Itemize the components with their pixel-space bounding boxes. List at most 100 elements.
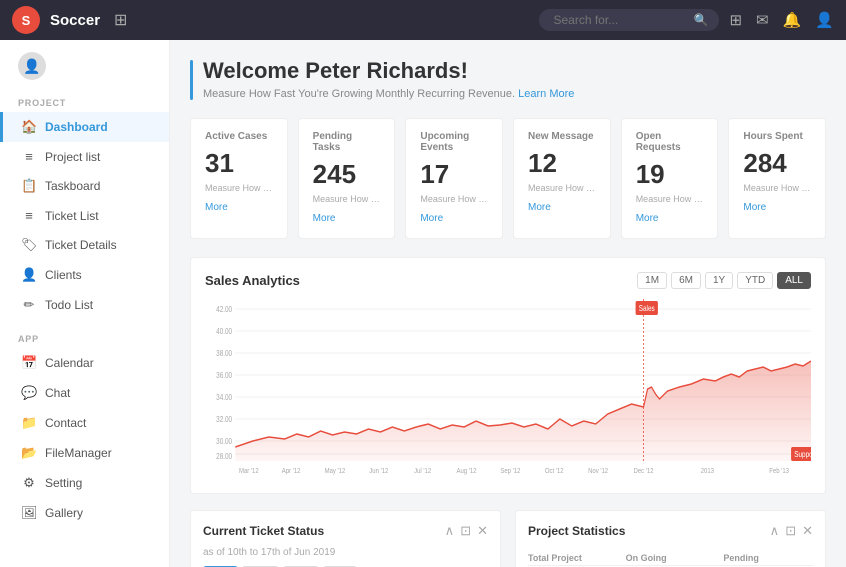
close-icon[interactable]: ✕ [802,523,813,539]
chat-icon: 💬 [21,385,37,401]
ticket-status-sub: as of 10th to 17th of Jun 2019 [203,547,488,558]
dashboard-icon: 🏠 [21,119,37,135]
sidebar-item-label: FileManager [45,446,112,460]
chart-filter-all[interactable]: ALL [777,272,811,289]
bell-icon[interactable]: 🔔 [783,11,802,29]
svg-text:Sales: Sales [639,303,655,313]
stat-title-2: Upcoming Events [420,131,488,153]
app-logo[interactable]: S [12,6,40,34]
main-content: Welcome Peter Richards! Measure How Fast… [170,40,846,567]
sidebar-toggle-icon[interactable]: ⊞ [114,10,127,30]
stat-link-4[interactable]: More [636,213,659,224]
chart-filter-ytd[interactable]: YTD [737,272,773,289]
stat-number-4: 19 [636,159,704,190]
collapse-icon[interactable]: ∧ [445,523,455,539]
stat-number-1: 245 [313,159,381,190]
stat-card-2: Upcoming Events 17 Measure How Fast... M… [405,118,503,239]
project-stats-header: Project Statistics ∧ ⊡ ✕ [528,523,813,539]
chart-filter-1m[interactable]: 1M [637,272,667,289]
sidebar-item-chat[interactable]: 💬 Chat [0,378,169,408]
topnav: S Soccer ⊞ 🔍 ⊞ ✉ 🔔 👤 [0,0,846,40]
chart-filters: 1M6M1YYTDALL [637,272,811,289]
sidebar-item-label: Todo List [45,298,93,312]
sidebar-item-project-list[interactable]: ≡ Project list [0,142,169,171]
stat-card-3: New Message 12 Measure How Fast... More [513,118,611,239]
stat-link-2[interactable]: More [420,213,443,224]
stat-sub-2: Measure How Fast... [420,194,488,204]
stat-link-1[interactable]: More [313,213,336,224]
sidebar-item-taskboard[interactable]: 📋 Taskboard [0,171,169,201]
stat-link-0[interactable]: More [205,202,228,213]
svg-text:28.00: 28.00 [216,451,232,461]
chart-filter-1y[interactable]: 1Y [705,272,733,289]
chart-filter-6m[interactable]: 6M [671,272,701,289]
stat-card-4: Open Requests 19 Measure How Fast... Mor… [621,118,719,239]
project-section-label: PROJECT [0,84,169,112]
collapse-icon[interactable]: ∧ [770,523,780,539]
sidebar-item-ticket-details[interactable]: 🏷 Ticket Details [0,230,169,260]
search-input[interactable] [553,13,693,27]
chart-header: Sales Analytics 1M6M1YYTDALL [205,272,811,289]
active-bar [190,60,193,100]
ticket-details-icon: 🏷 [21,237,37,253]
gallery-icon: 🖼 [21,505,37,521]
sidebar-item-label: Ticket Details [45,238,117,252]
stat-number-3: 12 [528,148,596,179]
stat-title-4: Open Requests [636,131,704,153]
stat-title-0: Active Cases [205,131,273,142]
chart-area: 42.00 40.00 38.00 36.00 34.00 32.00 30.0… [205,299,811,479]
sidebar-item-dashboard[interactable]: 🏠 Dashboard [0,112,169,142]
sidebar-item-label: Ticket List [45,209,99,223]
stat-card-5: Hours Spent 284 Measure How Fast... More [728,118,826,239]
svg-text:Jul '12: Jul '12 [414,467,431,475]
sidebar-item-filemanager[interactable]: 📂 FileManager [0,438,169,468]
stat-link-3[interactable]: More [528,202,551,213]
mail-icon[interactable]: ✉ [756,11,769,29]
stat-card-0: Active Cases 31 Measure How Fast... More [190,118,288,239]
sidebar-item-label: Dashboard [45,120,108,134]
sidebar-item-ticket-list[interactable]: ≡ Ticket List [0,201,169,230]
setting-icon: ⚙ [21,475,37,491]
project-stats-title: Project Statistics [528,524,625,538]
chart-title: Sales Analytics [205,273,300,288]
welcome-title: Welcome Peter Richards! [203,58,574,84]
svg-text:36.00: 36.00 [216,370,232,380]
svg-text:Oct '12: Oct '12 [545,467,564,475]
todo-icon: ✏ [21,297,37,313]
project-stats-table-header: Total Project On Going Pending [528,547,813,566]
sidebar-item-gallery[interactable]: 🖼 Gallery [0,498,169,528]
svg-text:40.00: 40.00 [216,326,232,336]
stat-title-5: Hours Spent [743,131,811,142]
sidebar-item-label: Contact [45,416,86,430]
svg-text:Mar '12: Mar '12 [239,467,259,475]
sidebar-item-label: Project list [45,150,100,164]
svg-text:34.00: 34.00 [216,392,232,402]
sidebar-item-setting[interactable]: ⚙ Setting [0,468,169,498]
stat-link-5[interactable]: More [743,202,766,213]
expand-icon[interactable]: ⊡ [785,523,796,539]
expand-icon[interactable]: ⊡ [460,523,471,539]
learn-more-link[interactable]: Learn More [518,88,574,100]
project-statistics-panel: Project Statistics ∧ ⊡ ✕ Total Project O… [515,510,826,567]
stat-sub-5: Measure How Fast... [743,183,811,193]
grid-icon[interactable]: ⊞ [729,11,742,29]
sidebar-item-todo[interactable]: ✏ Todo List [0,290,169,320]
svg-text:38.00: 38.00 [216,348,232,358]
clients-icon: 👤 [21,267,37,283]
sidebar-item-calendar[interactable]: 📅 Calendar [0,348,169,378]
ticket-status-header: Current Ticket Status ∧ ⊡ ✕ [203,523,488,539]
welcome-sub: Measure How Fast You're Growing Monthly … [203,88,574,100]
user-avatar[interactable]: 👤 [815,11,834,29]
bottom-row: Current Ticket Status ∧ ⊡ ✕ as of 10th t… [190,510,826,567]
search-box[interactable]: 🔍 [539,9,719,31]
sidebar-item-contact[interactable]: 📁 Contact [0,408,169,438]
svg-text:30.00: 30.00 [216,436,232,446]
sidebar-item-clients[interactable]: 👤 Clients [0,260,169,290]
stat-sub-3: Measure How Fast... [528,183,596,193]
search-icon: 🔍 [693,13,708,27]
stat-sub-1: Measure How Fast... [313,194,381,204]
stat-sub-0: Measure How Fast... [205,183,273,193]
close-icon[interactable]: ✕ [477,523,488,539]
stat-number-2: 17 [420,159,488,190]
taskboard-icon: 📋 [21,178,37,194]
